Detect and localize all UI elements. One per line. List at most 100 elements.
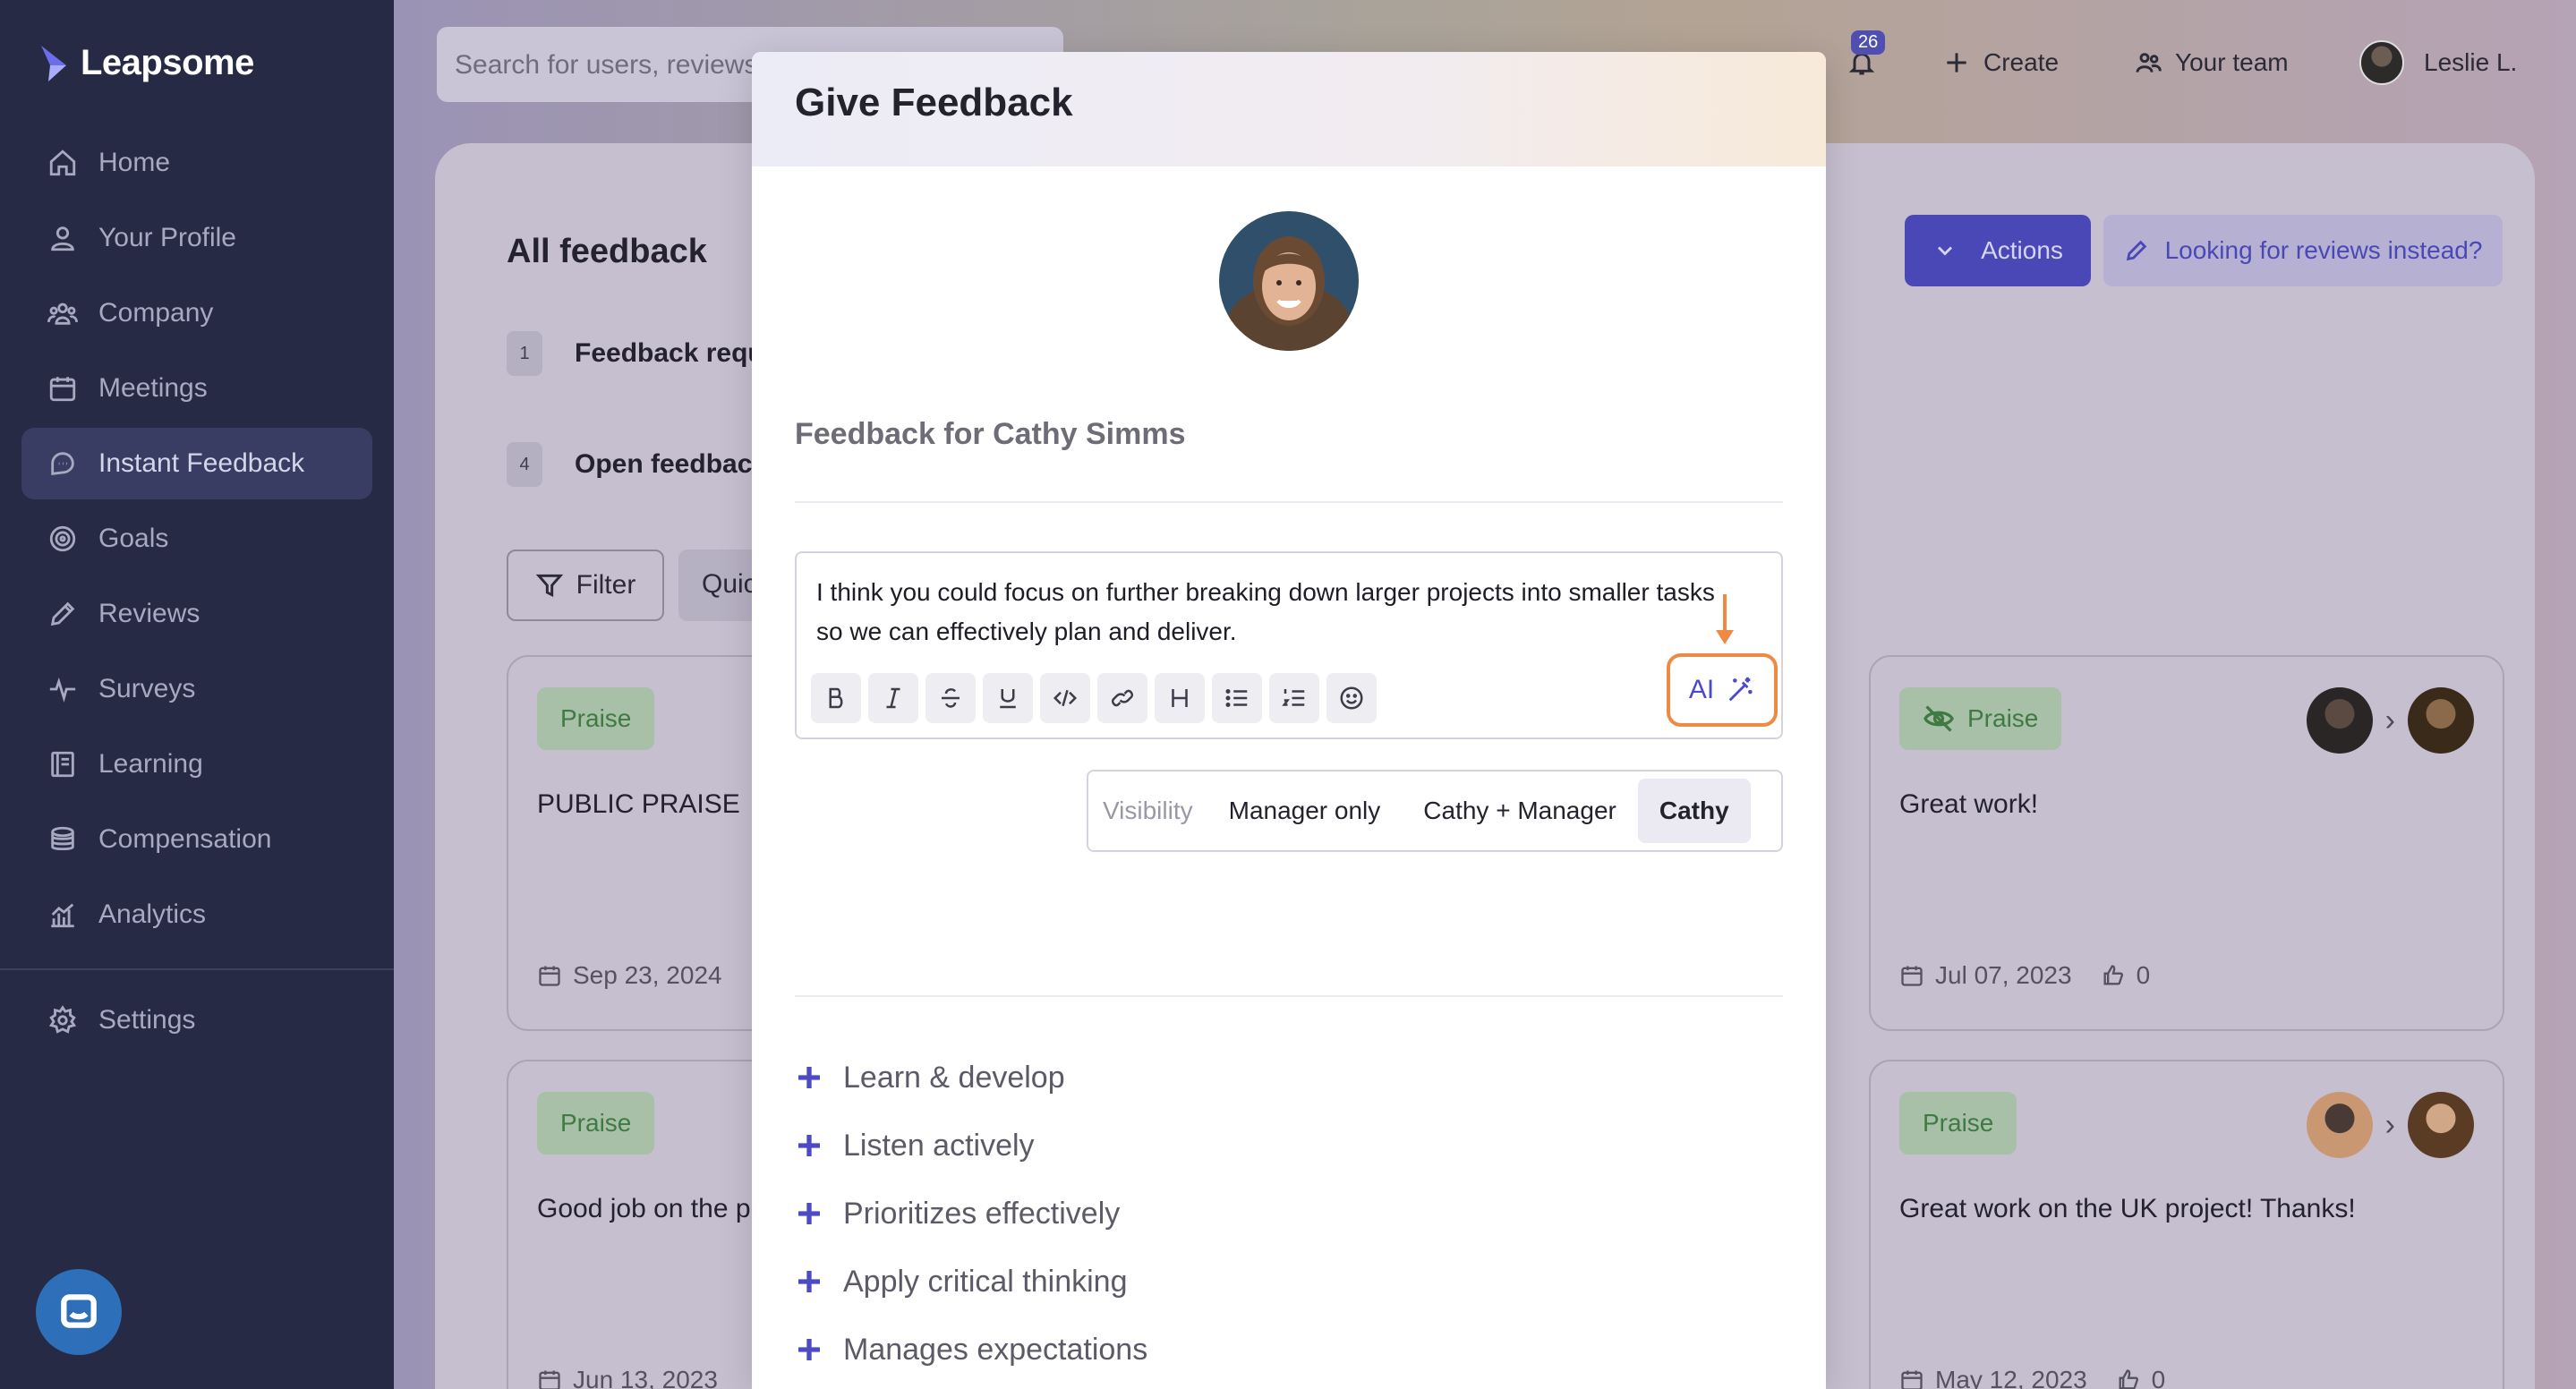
italic-icon[interactable]	[868, 673, 918, 723]
date-label: Jul 07, 2023	[1935, 961, 2072, 989]
book-icon	[47, 748, 79, 780]
feedback-text: Great work on the UK project! Thanks!	[1899, 1194, 2356, 1223]
coins-icon	[47, 823, 79, 856]
ai-assist-button[interactable]: AI	[1667, 653, 1778, 727]
chart-icon	[47, 899, 79, 931]
emoji-icon[interactable]	[1326, 673, 1377, 723]
sidebar-nav: Home Your Profile Company Meetings Insta…	[21, 127, 372, 954]
sidebar-item-your-profile[interactable]: Your Profile	[21, 202, 372, 274]
plus-icon	[795, 1063, 823, 1092]
date-label: May 12, 2023	[1935, 1366, 2087, 1389]
sidebar-item-label: Home	[98, 148, 171, 177]
eye-off-icon	[1923, 705, 1954, 732]
reviews-link-button[interactable]: Looking for reviews instead?	[2103, 215, 2503, 286]
skill-label: Listen actively	[843, 1128, 1035, 1163]
avatar	[2306, 1092, 2373, 1158]
open-feedback-row[interactable]: 4 Open feedbac	[507, 442, 752, 487]
sidebar-item-settings[interactable]: Settings	[21, 984, 372, 1056]
modal-title: Give Feedback	[795, 81, 1073, 124]
skill-item[interactable]: Manages expectations	[795, 1316, 1147, 1384]
giver-receiver-avatars: ›	[2306, 1092, 2474, 1158]
filter-icon	[535, 574, 563, 598]
heading-icon[interactable]	[1155, 673, 1205, 723]
feedback-editor[interactable]: I think you could focus on further break…	[795, 551, 1783, 739]
support-chat-button[interactable]	[36, 1269, 122, 1355]
filter-button[interactable]: Filter	[507, 550, 664, 621]
visibility-option-cathy[interactable]: Cathy	[1637, 779, 1751, 843]
sidebar-item-meetings[interactable]: Meetings	[21, 353, 372, 424]
visibility-selector: Visibility Manager only Cathy + Manager …	[1087, 770, 1783, 852]
app-logo[interactable]: Leapsome	[39, 43, 254, 83]
sidebar-item-compensation[interactable]: Compensation	[21, 804, 372, 875]
thumbs-up-icon[interactable]	[2101, 963, 2126, 988]
feedback-requests-row[interactable]: 1 Feedback requ	[507, 331, 764, 376]
feedback-message-text[interactable]: I think you could focus on further break…	[816, 573, 1747, 652]
feedback-card[interactable]: Praise › Great work on the UK project! T…	[1869, 1060, 2504, 1389]
sidebar-item-company[interactable]: Company	[21, 277, 372, 349]
underline-icon[interactable]	[983, 673, 1033, 723]
skill-label: Manages expectations	[843, 1332, 1148, 1367]
strikethrough-icon[interactable]	[925, 673, 976, 723]
actions-label: Actions	[1981, 236, 2063, 264]
visibility-option-manager-only[interactable]: Manager only	[1207, 779, 1403, 843]
date-label: Sep 23, 2024	[573, 961, 722, 989]
feedback-date: Jul 07, 2023 0	[1899, 961, 2150, 990]
sidebar-item-reviews[interactable]: Reviews	[21, 578, 372, 650]
ai-label: AI	[1688, 675, 1715, 704]
feedback-card[interactable]: Praise › Great work! Jul 07, 2023 0	[1869, 655, 2504, 1031]
actions-button[interactable]: Actions	[1905, 215, 2091, 286]
feedback-date: May 12, 2023 0	[1899, 1366, 2165, 1389]
sidebar-item-label: Analytics	[98, 899, 207, 929]
people-icon	[47, 297, 79, 329]
like-count: 0	[2151, 1366, 2166, 1389]
sidebar-item-surveys[interactable]: Surveys	[21, 653, 372, 725]
calendar-icon	[539, 1370, 560, 1389]
skills-list: Learn & develop Listen actively Prioriti…	[795, 1044, 1147, 1384]
sidebar-item-home[interactable]: Home	[21, 127, 372, 199]
chevron-right-icon: ›	[2384, 703, 2395, 737]
praise-tag: Praise	[537, 687, 655, 750]
skill-item[interactable]: Listen actively	[795, 1112, 1147, 1180]
sidebar-item-learning[interactable]: Learning	[21, 729, 372, 800]
feedback-text: Great work!	[1899, 789, 2039, 819]
giver-receiver-avatars: ›	[2306, 687, 2474, 754]
calendar-icon	[47, 372, 79, 405]
create-button[interactable]: Create	[1942, 36, 2059, 89]
magic-wand-icon	[1728, 677, 1753, 702]
bullet-list-icon[interactable]	[1212, 673, 1262, 723]
bold-icon[interactable]	[811, 673, 861, 723]
sidebar-item-goals[interactable]: Goals	[21, 503, 372, 575]
tag-label: Praise	[1923, 1109, 1994, 1137]
chevron-right-icon: ›	[2384, 1107, 2395, 1142]
plus-icon	[795, 1267, 823, 1296]
home-icon	[47, 147, 79, 179]
pulse-icon	[47, 673, 79, 705]
code-icon[interactable]	[1040, 673, 1090, 723]
numbered-list-icon[interactable]	[1269, 673, 1319, 723]
skill-item[interactable]: Prioritizes effectively	[795, 1180, 1147, 1248]
skill-item[interactable]: Apply critical thinking	[795, 1248, 1147, 1316]
your-team-label: Your team	[2175, 48, 2289, 76]
your-team-button[interactable]: Your team	[2134, 36, 2289, 89]
feedback-text: Good job on the p	[537, 1194, 751, 1223]
sidebar-item-label: Reviews	[98, 599, 200, 628]
give-feedback-modal: Give Feedback Feedback for Cathy Simms I…	[752, 52, 1826, 1389]
sidebar-divider	[0, 968, 394, 970]
page-title: All feedback	[507, 233, 707, 270]
user-menu[interactable]: Leslie L.	[2359, 36, 2517, 89]
skill-item[interactable]: Learn & develop	[795, 1044, 1147, 1112]
thumbs-up-icon[interactable]	[2116, 1368, 2141, 1389]
sidebar-item-label: Your Profile	[98, 223, 236, 252]
count-badge: 4	[507, 442, 542, 487]
request-label: Feedback requ	[575, 338, 764, 368]
sidebar-item-label: Instant Feedback	[98, 448, 305, 478]
sidebar-item-instant-feedback[interactable]: Instant Feedback	[21, 428, 372, 499]
avatar	[2306, 687, 2373, 754]
app-name: Leapsome	[81, 43, 254, 82]
visibility-option-cathy-manager[interactable]: Cathy + Manager	[1402, 779, 1638, 843]
praise-tag: Praise	[537, 1092, 655, 1155]
sidebar-item-label: Goals	[98, 524, 169, 553]
link-icon[interactable]	[1097, 673, 1147, 723]
request-label: Open feedbac	[575, 449, 753, 479]
sidebar-item-analytics[interactable]: Analytics	[21, 879, 372, 950]
